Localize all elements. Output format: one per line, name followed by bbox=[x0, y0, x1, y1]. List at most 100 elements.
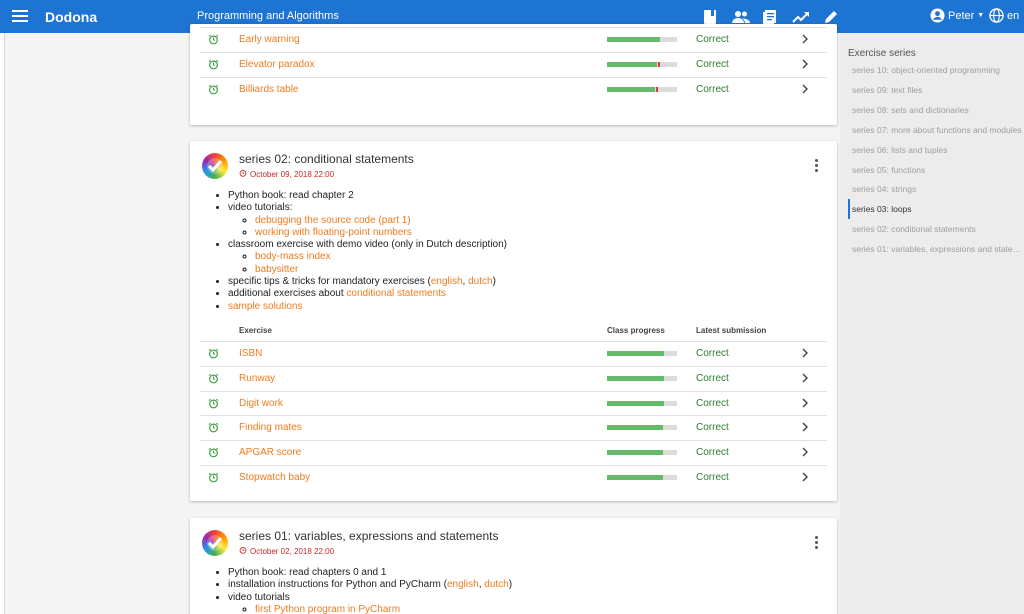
english-link[interactable]: english bbox=[431, 276, 463, 287]
sidebar-series-link[interactable]: series 08: sets and dictionaries bbox=[848, 100, 1024, 120]
progress-fill bbox=[607, 475, 663, 480]
globe-icon bbox=[989, 8, 1004, 23]
exercise-row[interactable]: ISBN Correct bbox=[200, 341, 827, 365]
exercise-link[interactable]: body-mass index bbox=[255, 251, 331, 262]
chevron-right-icon[interactable] bbox=[801, 84, 809, 97]
user-menu[interactable]: Peter ▼ bbox=[930, 8, 984, 23]
progress-fill bbox=[607, 450, 663, 456]
desc-item: video tutorials first Python program in … bbox=[228, 592, 512, 614]
deadline-text: October 02, 2018 22:00 bbox=[250, 546, 335, 556]
sample-solutions-link[interactable]: sample solutions bbox=[228, 301, 302, 312]
sidebar-series-link[interactable]: series 01: variables, expressions and st… bbox=[848, 239, 1024, 259]
exercise-row[interactable]: Billiards table Correct bbox=[200, 76, 827, 101]
sidebar-series-link[interactable]: series 09: text files bbox=[848, 80, 1024, 100]
class-progress-bar bbox=[607, 375, 677, 381]
series-title[interactable]: series 01: variables, expressions and st… bbox=[239, 529, 498, 543]
video-link[interactable]: first Python program in PyCharm bbox=[255, 604, 400, 614]
alarm-clock-icon bbox=[239, 169, 247, 179]
header-class-progress: Class progress bbox=[607, 326, 665, 335]
exercise-table-header: Exercise Class progress Latest submissio… bbox=[200, 322, 827, 340]
sidebar-series-link[interactable]: series 04: strings bbox=[848, 179, 1024, 199]
alarm-clock-icon bbox=[208, 472, 219, 486]
progress-fill bbox=[607, 61, 658, 67]
exercise-row[interactable]: Finding mates Correct bbox=[200, 415, 827, 439]
exercise-name[interactable]: Runway bbox=[239, 373, 275, 384]
more-vert-icon[interactable] bbox=[815, 159, 821, 174]
class-progress-bar bbox=[607, 351, 677, 356]
sidebar-series-link[interactable]: series 10: object-oriented programming bbox=[848, 60, 1024, 80]
chevron-right-icon[interactable] bbox=[801, 59, 809, 72]
exercise-row[interactable]: Stopwatch baby Correct bbox=[200, 465, 827, 489]
dutch-link[interactable]: dutch bbox=[468, 276, 492, 287]
exercise-row[interactable]: APGAR score Correct bbox=[200, 440, 827, 464]
alarm-clock-icon bbox=[239, 546, 247, 556]
desc-item: video tutorials: debugging the source co… bbox=[228, 202, 507, 239]
desc-item: Python book: read chapters 0 and 1 bbox=[228, 567, 512, 579]
exercise-name[interactable]: Digit work bbox=[239, 398, 283, 409]
chevron-right-icon[interactable] bbox=[801, 398, 809, 411]
progress-fill bbox=[607, 400, 664, 406]
exercise-row[interactable]: Early warning Correct bbox=[200, 27, 827, 51]
exercise-name[interactable]: APGAR score bbox=[239, 447, 301, 458]
exercise-name[interactable]: ISBN bbox=[239, 348, 262, 359]
sidebar-series-link[interactable]: series 07: more about functions and modu… bbox=[848, 120, 1024, 140]
sidebar-series-link[interactable]: series 02: conditional statements bbox=[848, 219, 1024, 239]
alarm-clock-icon bbox=[208, 84, 219, 98]
series-description: Python book: read chapter 2 video tutori… bbox=[228, 190, 507, 313]
dutch-link[interactable]: dutch bbox=[484, 579, 508, 590]
exercise-row[interactable]: Digit work Correct bbox=[200, 390, 827, 415]
progress-fill bbox=[607, 425, 663, 431]
conditional-statements-link[interactable]: conditional statements bbox=[346, 288, 446, 299]
exercise-name[interactable]: Elevator paradox bbox=[239, 59, 315, 70]
language-label: en bbox=[1007, 9, 1020, 22]
class-progress-bar bbox=[607, 37, 677, 42]
sidebar-series-link[interactable]: series 03: loops bbox=[848, 199, 1024, 220]
series-deadline: October 02, 2018 22:00 bbox=[239, 546, 334, 556]
alarm-clock-icon bbox=[208, 348, 219, 362]
desc-item: classroom exercise with demo video (only… bbox=[228, 239, 507, 276]
exercise-name[interactable]: Early warning bbox=[239, 34, 300, 45]
header-latest-submission: Latest submission bbox=[696, 326, 767, 335]
series-logo-icon bbox=[202, 530, 228, 556]
exercise-name[interactable]: Billiards table bbox=[239, 84, 298, 95]
exercise-link[interactable]: babysitter bbox=[255, 264, 298, 275]
exercise-row[interactable]: Elevator paradox Correct bbox=[200, 51, 827, 76]
submission-status: Correct bbox=[696, 372, 729, 384]
series-card-01: series 01: variables, expressions and st… bbox=[190, 518, 837, 614]
desc-item: specific tips & tricks for mandatory exe… bbox=[228, 276, 507, 288]
chevron-right-icon[interactable] bbox=[801, 373, 809, 386]
alarm-clock-icon bbox=[208, 422, 219, 436]
chevron-right-icon[interactable] bbox=[801, 422, 809, 435]
english-link[interactable]: english bbox=[447, 579, 479, 590]
user-name: Peter bbox=[948, 9, 975, 22]
alarm-clock-icon bbox=[208, 398, 219, 412]
series-title[interactable]: series 02: conditional statements bbox=[239, 152, 414, 166]
chevron-right-icon[interactable] bbox=[801, 447, 809, 460]
sidebar-series-link[interactable]: series 06: lists and tuples bbox=[848, 140, 1024, 160]
exercise-row[interactable]: Runway Correct bbox=[200, 365, 827, 390]
desc-item-text: video tutorials: bbox=[228, 202, 293, 214]
desc-item: additional exercises about conditional s… bbox=[228, 288, 507, 300]
desc-item: Python book: read chapter 2 bbox=[228, 190, 507, 202]
sidebar-title: Exercise series bbox=[848, 48, 916, 59]
series-description: Python book: read chapters 0 and 1 insta… bbox=[228, 567, 512, 614]
class-progress-bar bbox=[607, 425, 677, 431]
chevron-right-icon[interactable] bbox=[801, 472, 809, 485]
chevron-right-icon[interactable] bbox=[801, 348, 809, 361]
more-vert-icon[interactable] bbox=[815, 536, 821, 551]
exercise-series-sidebar: Exercise series series 10: object-orient… bbox=[840, 33, 1024, 614]
course-title[interactable]: Programming and Algorithms bbox=[197, 10, 339, 22]
chevron-right-icon[interactable] bbox=[801, 34, 809, 47]
menu-icon[interactable] bbox=[12, 10, 28, 22]
sidebar-series-link[interactable]: series 05: functions bbox=[848, 160, 1024, 180]
brand-link[interactable]: Dodona bbox=[45, 9, 97, 25]
video-link[interactable]: working with floating-point numbers bbox=[255, 227, 412, 238]
submission-status: Correct bbox=[696, 348, 729, 359]
exercise-name[interactable]: Finding mates bbox=[239, 422, 302, 433]
desc-text: ) bbox=[492, 276, 496, 288]
video-link[interactable]: debugging the source code (part 1) bbox=[255, 215, 411, 226]
submission-status: Correct bbox=[696, 83, 729, 95]
language-menu[interactable]: en bbox=[989, 8, 1019, 23]
exercise-name[interactable]: Stopwatch baby bbox=[239, 472, 310, 483]
submission-status: Correct bbox=[696, 58, 729, 70]
